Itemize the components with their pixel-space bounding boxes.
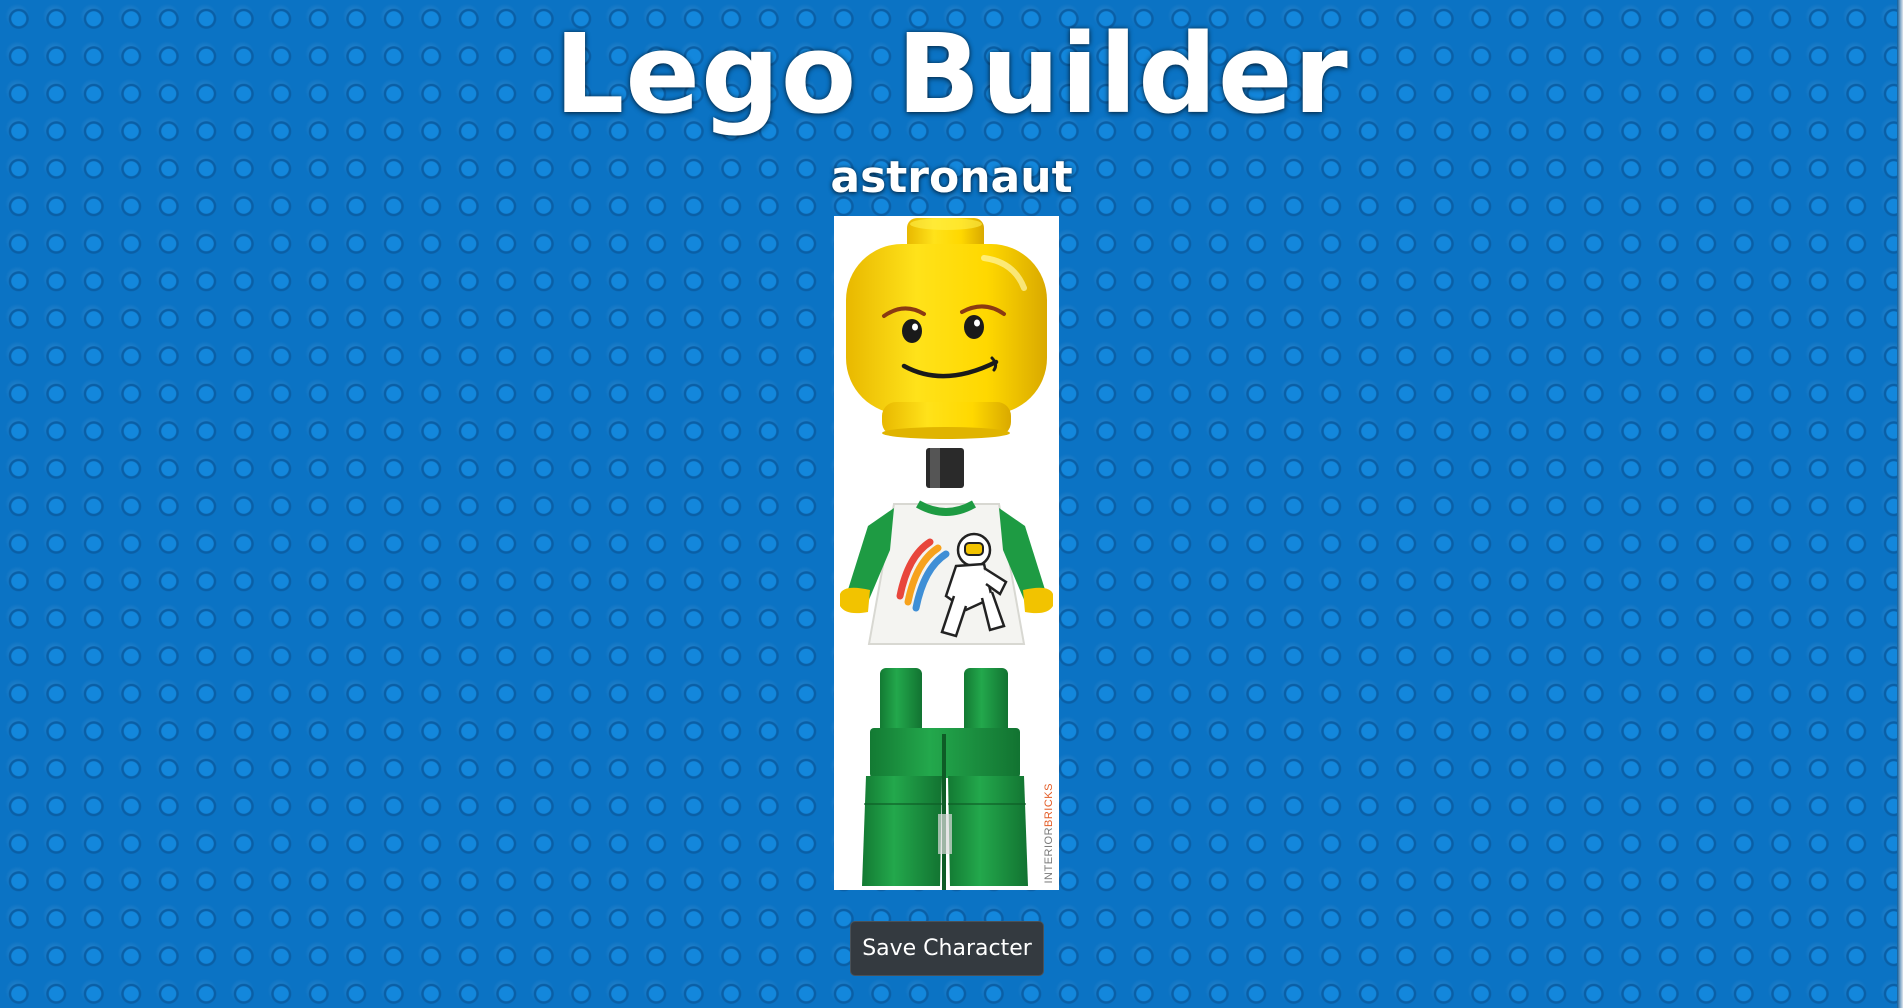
watermark: INTERIORBRICKS (1043, 783, 1055, 884)
lego-legs-icon (862, 668, 1028, 890)
legs-part[interactable]: INTERIORBRICKS (834, 664, 1059, 890)
character-name: astronaut (830, 152, 1073, 203)
character-preview: INTERIORBRICKS (834, 216, 1059, 890)
watermark-accent-text: BRICKS (1043, 783, 1055, 828)
watermark-text: INTERIOR (1043, 827, 1055, 884)
lego-torso-astronaut-icon (840, 448, 1053, 645)
torso-part[interactable] (834, 446, 1059, 664)
lego-head-icon (846, 218, 1047, 439)
page-title: Lego Builder (554, 10, 1349, 138)
head-part[interactable] (834, 216, 1059, 446)
save-character-button[interactable]: Save Character (850, 921, 1044, 976)
window-edge (1897, 0, 1903, 1008)
